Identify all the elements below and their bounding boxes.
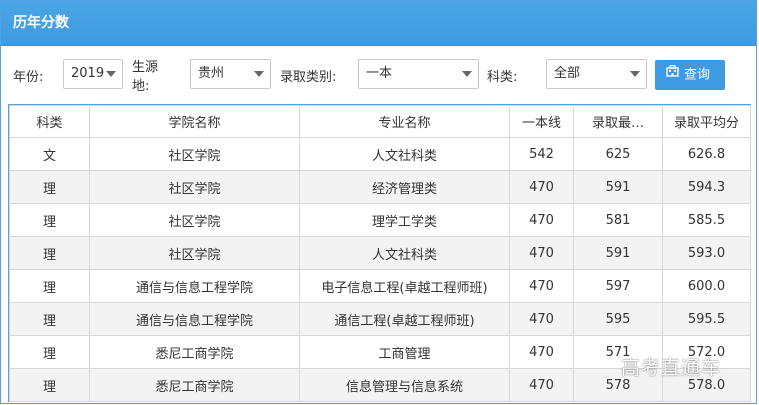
table-cell: 470 [509, 236, 574, 270]
table-row: 理 社区学院 经济管理类 470 591 594.3 [9, 170, 751, 204]
batch-label: 录取类别: [280, 70, 337, 85]
score-history-panel: 历年分数 年份: 2019 生源地: 贵州 录取类别: 一本 科类: 全部 查询… [0, 0, 757, 404]
table-cell: 人文社科类 [299, 236, 510, 270]
batch-select-value: 一本 [366, 66, 393, 81]
table-cell: 文 [9, 137, 90, 171]
subject-label: 科类: [487, 70, 518, 85]
source-select[interactable]: 贵州 [190, 59, 271, 89]
table-row: 理 社区学院 理学工学类 470 581 585.5 [9, 203, 751, 237]
table-cell: 工商管理 [299, 335, 510, 369]
chevron-down-icon [254, 71, 264, 77]
table-cell: 信息管理与信息系统 [299, 368, 510, 402]
table-cell: 社区学院 [89, 203, 300, 237]
table-row: 理 通信与信息工程学院 电子信息工程(卓越工程师班) 470 597 600.0 [9, 269, 751, 303]
table-cell: 600.0 [662, 269, 751, 303]
table-cell: 理学工学类 [299, 203, 510, 237]
table-cell: 470 [509, 269, 574, 303]
table-row: 理 社区学院 人文社科类 470 591 593.0 [9, 236, 751, 270]
table-cell: 470 [509, 335, 574, 369]
column-header[interactable]: 专业名称 [299, 105, 510, 138]
table-cell: 595 [573, 302, 663, 336]
table-cell: 585.5 [662, 203, 751, 237]
table-row: 文 社区学院 人文社科类 542 625 626.8 [9, 137, 751, 171]
table-cell: 理 [9, 302, 90, 336]
table-cell: 470 [509, 368, 574, 402]
table-cell: 理 [9, 335, 90, 369]
query-button-label: 查询 [684, 67, 711, 83]
batch-select[interactable]: 一本 [358, 59, 479, 89]
table-header-row: 科类 学院名称 专业名称 一本线 录取最… 录取平均分 [9, 105, 751, 138]
table-cell: 470 [509, 302, 574, 336]
column-header[interactable]: 学院名称 [89, 105, 300, 138]
table-cell: 593.0 [662, 236, 751, 270]
year-select-value: 2019 [71, 66, 105, 81]
year-label: 年份: [13, 70, 44, 85]
table-cell: 625 [573, 137, 663, 171]
chevron-down-icon [106, 71, 116, 77]
table-cell: 542 [509, 137, 574, 171]
table-cell: 电子信息工程(卓越工程师班) [299, 269, 510, 303]
table-row: 理 通信与信息工程学院 通信工程(卓越工程师班) 470 595 595.5 [9, 302, 751, 336]
building-icon [666, 59, 679, 89]
table-cell: 通信工程(卓越工程师班) [299, 302, 510, 336]
table-cell: 理 [9, 203, 90, 237]
query-button[interactable]: 查询 [655, 60, 725, 90]
chevron-down-icon [462, 71, 472, 77]
table-cell: 社区学院 [89, 170, 300, 204]
column-header[interactable]: 录取最… [573, 105, 663, 138]
year-select[interactable]: 2019 [63, 59, 123, 89]
filter-bar: 年份: 2019 生源地: 贵州 录取类别: 一本 科类: 全部 查询 [1, 46, 756, 104]
table-cell: 理 [9, 236, 90, 270]
table-cell: 社区学院 [89, 137, 300, 171]
subject-select[interactable]: 全部 [546, 59, 647, 89]
column-header[interactable]: 录取平均分 [662, 105, 751, 138]
table-cell: 626.8 [662, 137, 751, 171]
source-label: 生源地: [132, 60, 159, 94]
table-cell: 581 [573, 203, 663, 237]
source-select-value: 贵州 [198, 66, 225, 81]
column-header[interactable]: 一本线 [509, 105, 574, 138]
table-cell: 悉尼工商学院 [89, 368, 300, 402]
table-cell: 理 [9, 170, 90, 204]
panel-title: 历年分数 [1, 1, 756, 46]
table-cell: 591 [573, 170, 663, 204]
table-cell: 理 [9, 368, 90, 402]
table-cell: 470 [509, 170, 574, 204]
table-cell: 通信与信息工程学院 [89, 302, 300, 336]
table-cell: 理 [9, 269, 90, 303]
table-cell: 595.5 [662, 302, 751, 336]
table-cell: 通信与信息工程学院 [89, 269, 300, 303]
table-cell: 悉尼工商学院 [89, 335, 300, 369]
chevron-down-icon [630, 71, 640, 77]
table-cell: 人文社科类 [299, 137, 510, 171]
column-header[interactable]: 科类 [9, 105, 90, 138]
subject-select-value: 全部 [554, 66, 581, 81]
table-cell: 470 [509, 203, 574, 237]
table-cell: 社区学院 [89, 236, 300, 270]
watermark-text: 高考直通车 [621, 357, 722, 379]
table-cell: 594.3 [662, 170, 751, 204]
table-cell: 591 [573, 236, 663, 270]
table-cell: 经济管理类 [299, 170, 510, 204]
table-cell: 597 [573, 269, 663, 303]
